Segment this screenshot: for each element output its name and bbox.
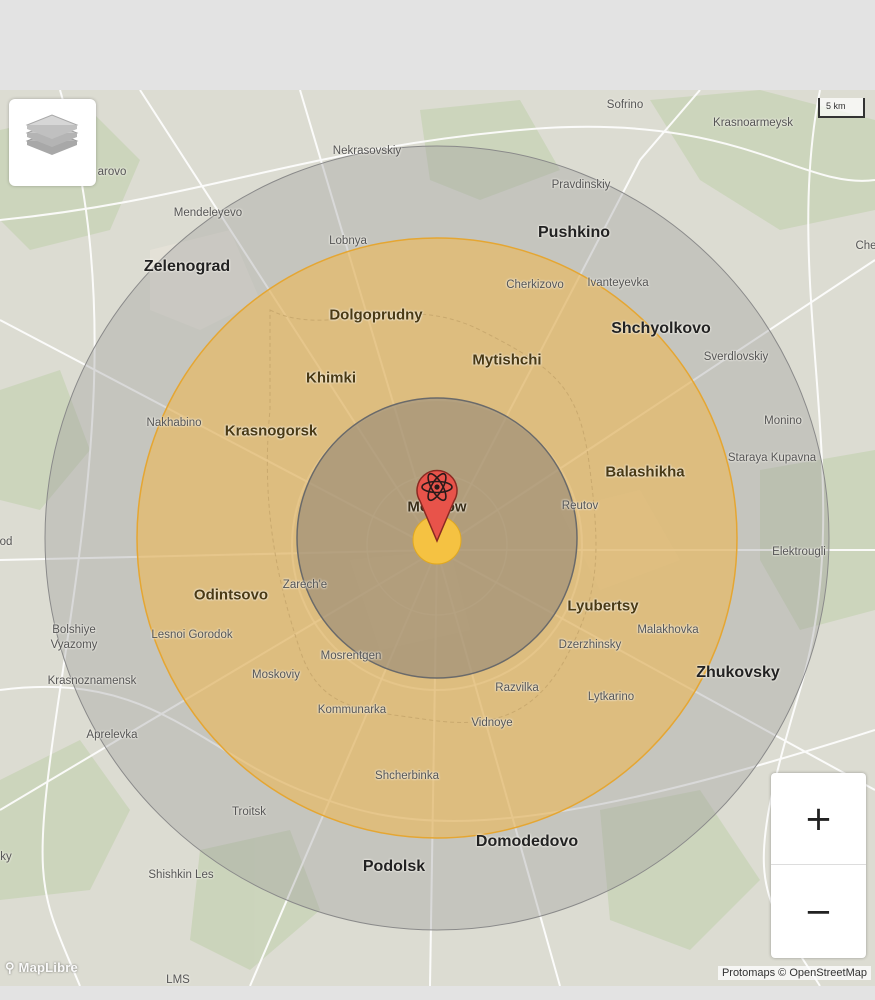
layers-button[interactable] [9,99,96,186]
label-elektrougli: Elektrougli [772,546,826,558]
label-monino: Monino [764,415,802,427]
label-reutov: Reutov [561,500,599,512]
label-dzerzhinsky: Dzerzhinsky [558,639,622,651]
label-lesnoi-gorodok: Lesnoi Gorodok [151,629,233,641]
label-nakhabino: Nakhabino [146,417,202,429]
label-arovo: arovo [97,166,127,178]
label-krasnoznamensk: Krasnoznamensk [47,675,137,687]
label-troitsk: Troitsk [231,806,267,818]
label-sofrino: Sofrino [606,99,644,111]
scale-bar: 5 km [818,98,865,118]
label-nekrasovskiy: Nekrasovskiy [332,145,402,157]
bottom-band [0,986,875,1000]
label-lyubertsy: Lyubertsy [567,597,639,615]
label-pravdinskiy: Pravdinskiy [551,179,611,191]
label-malakhovka: Malakhovka [637,624,699,636]
label-odintsovo: Odintsovo [193,586,269,604]
label-zelenograd: Zelenograd [143,258,231,275]
label-krasnoarmeysk: Krasnoarmeysk [713,117,793,129]
label-moskoviy: Moskoviy [252,669,300,681]
label-lytkarino: Lytkarino [587,691,635,703]
layers-icon [25,114,79,155]
label-domodedovo: Domodedovo [475,833,579,850]
label-od: od [0,536,13,548]
label-lms: LMS [166,974,190,986]
label-balashikha: Balashikha [605,463,685,481]
label-ivanteyevka: Ivanteyevka [587,277,649,289]
label-podolsk: Podolsk [362,858,426,875]
label-mosrentgen: Mosrentgen [320,650,382,662]
label-vyazomy: Vyazomy [50,639,98,651]
label-zarechye: Zarech'e [282,579,328,591]
label-kommunarka: Kommunarka [317,704,387,716]
label-bolshiye: Bolshiye [52,624,96,636]
label-mendeleyevo: Mendeleyevo [173,207,243,219]
label-staraya-kupavna: Staraya Kupavna [727,452,817,464]
label-vidnoye: Vidnoye [471,717,513,729]
label-aprelevka: Aprelevka [86,729,138,741]
label-mytishchi: Mytishchi [472,351,542,369]
atom-marker-icon [416,469,458,543]
label-che: Che [855,240,875,252]
label-cherkizovo: Cherkizovo [506,279,564,291]
label-khimki: Khimki [305,369,357,387]
label-shcherbinka: Shcherbinka [375,770,439,782]
zoom-in-button[interactable]: + [771,773,866,865]
label-ky: ky [0,851,12,863]
zoom-out-button[interactable]: − [771,866,866,958]
label-shchyolkovo: Shchyolkovo [611,320,711,337]
label-krasnogorsk: Krasnogorsk [224,422,318,440]
label-zhukovsky: Zhukovsky [696,664,780,681]
label-lobnya: Lobnya [329,235,367,247]
maplibre-logo-text: MapLibre [18,960,78,975]
zoom-control: + − [771,773,866,958]
label-dolgoprudny: Dolgoprudny [329,306,423,324]
top-band [0,0,875,90]
label-sverdlovskiy: Sverdlovskiy [703,351,769,363]
maplibre-logo[interactable]: ⚲ MapLibre [5,960,78,976]
map-attribution[interactable]: Protomaps © OpenStreetMap [717,966,871,980]
label-shishkin-les: Shishkin Les [148,869,214,881]
label-razvilka: Razvilka [495,682,539,694]
label-pushkino: Pushkino [537,224,611,241]
maplibre-logo-icon: ⚲ [5,960,15,975]
detonation-pin[interactable] [414,465,460,547]
